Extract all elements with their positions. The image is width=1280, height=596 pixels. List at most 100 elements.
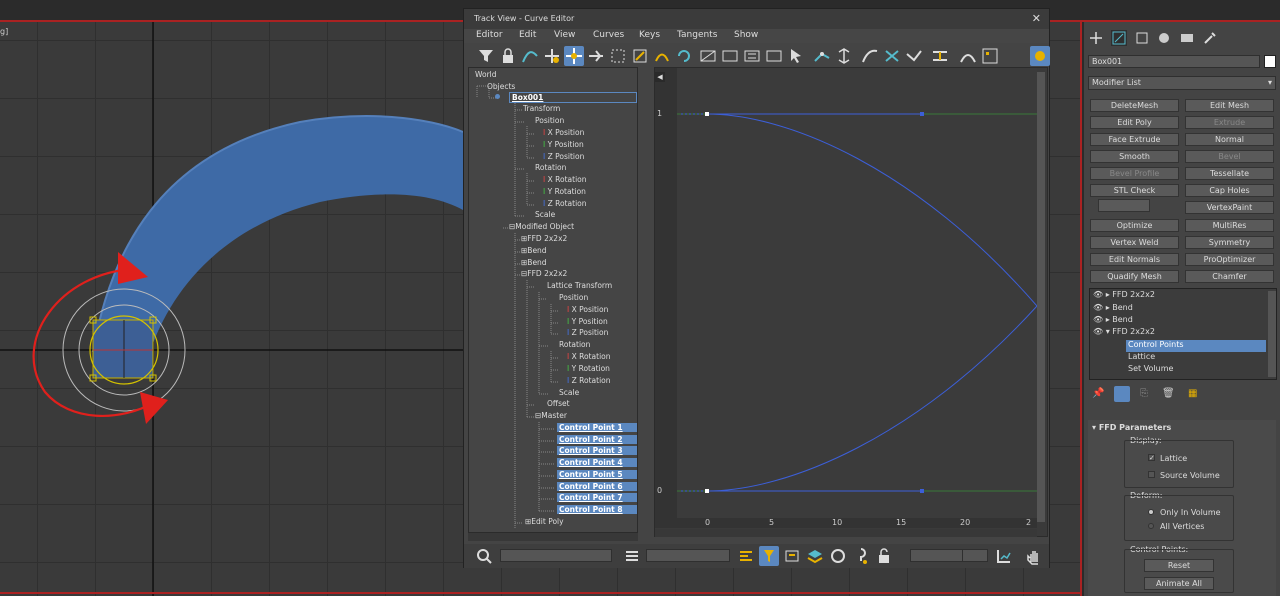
configure-sets-icon[interactable]: ▦ (1188, 388, 1197, 399)
hierarchy-tab-icon[interactable] (1134, 30, 1150, 46)
source-volume-checkbox[interactable] (1148, 471, 1155, 478)
snap-frames-icon[interactable] (980, 46, 1000, 66)
tree-world[interactable]: World (475, 70, 497, 79)
stack-subitem-set-volume[interactable]: Set Volume (1126, 364, 1266, 376)
tree-z-rotation[interactable]: I Z Rotation (543, 199, 587, 208)
tree-position[interactable]: Position (535, 116, 564, 125)
modifier-button-12[interactable]: Cap Holes (1185, 184, 1274, 197)
cursor-icon[interactable] (786, 46, 806, 66)
simplify-curve-icon[interactable] (652, 46, 672, 66)
modifier-button-4[interactable]: Extrude (1185, 116, 1274, 129)
modifier-button-19[interactable]: Edit Normals (1090, 253, 1179, 266)
modifier-stack[interactable]: 👁 ▸ FFD 2x2x2 👁 ▸ Bend 👁 ▸ Bend 👁 ▾ FFD … (1089, 288, 1277, 380)
create-tab-icon[interactable] (1088, 30, 1104, 46)
stack-item-bend-2[interactable]: 👁 ▸ Bend (1090, 315, 1266, 327)
select-icon[interactable] (764, 46, 784, 66)
tangent-custom-icon[interactable] (834, 46, 854, 66)
tree-z-position[interactable]: I Z Position (543, 152, 584, 161)
tree-control-point-6[interactable]: Control Point 6 (557, 482, 637, 491)
eye-icon[interactable]: 👁 (1093, 303, 1103, 312)
pan-hand-icon[interactable] (1024, 546, 1044, 566)
tree-lt-y-rotation[interactable]: I Y Rotation (567, 364, 610, 373)
lattice-checkbox[interactable]: ✓ (1148, 454, 1155, 462)
tree-y-rotation[interactable]: I Y Rotation (543, 187, 586, 196)
close-icon[interactable]: ✕ (1032, 12, 1041, 25)
list-icon[interactable] (622, 546, 642, 566)
modifier-button-9[interactable]: Bevel Profile (1090, 167, 1179, 180)
scale-keys-icon[interactable] (608, 46, 628, 66)
menu-keys[interactable]: Keys (639, 30, 660, 40)
tree-lt-x-rotation[interactable]: I X Rotation (567, 352, 611, 361)
show-end-result-icon[interactable] (1114, 386, 1130, 402)
menu-show[interactable]: Show (734, 30, 758, 40)
stack-subitem-lattice[interactable]: Lattice (1126, 352, 1266, 364)
modifier-button-10[interactable]: Tessellate (1185, 167, 1274, 180)
motion-tab-icon[interactable] (1156, 30, 1172, 46)
slide-keys-icon[interactable] (586, 46, 606, 66)
modifier-button-3[interactable]: Edit Poly (1090, 116, 1179, 129)
tree-x-position[interactable]: I X Position (543, 128, 584, 137)
tree-lt-z-position[interactable]: I Z Position (567, 328, 608, 337)
only-in-volume-radio[interactable] (1148, 509, 1154, 515)
tree-scale[interactable]: Scale (535, 210, 555, 219)
scale-values-icon[interactable] (630, 46, 650, 66)
expand-icon[interactable]: ▸ (1106, 315, 1110, 324)
tree-control-point-4[interactable]: Control Point 4 (557, 458, 637, 467)
modifier-button-15[interactable]: Optimize (1090, 219, 1179, 232)
tree-box001[interactable]: Box001 (509, 92, 637, 103)
tree-rotation[interactable]: Rotation (535, 163, 566, 172)
graph-horizontal-scrollbar[interactable] (655, 529, 1037, 537)
tangent-slow-icon[interactable] (882, 46, 902, 66)
stack-subitem-control-points[interactable]: Control Points (1126, 340, 1266, 352)
modifier-button-16[interactable]: MultiRes (1185, 219, 1274, 232)
tangent-auto-icon[interactable] (812, 46, 832, 66)
rollout-title[interactable]: ▾ FFD Parameters (1092, 423, 1171, 432)
tree-lattice-transform[interactable]: Lattice Transform (547, 281, 612, 290)
stack-item-bend-1[interactable]: 👁 ▸ Bend (1090, 303, 1266, 315)
collapse-arrow-icon[interactable]: ▾ (1092, 423, 1096, 432)
zoom-extents-icon[interactable] (994, 546, 1014, 566)
loop-icon[interactable] (674, 46, 694, 66)
tree-modified-object[interactable]: ⊟Modified Object (509, 222, 574, 231)
menu-curves[interactable]: Curves (593, 30, 624, 40)
layers-icon[interactable] (805, 546, 825, 566)
eye-icon[interactable]: 👁 (1093, 315, 1103, 324)
modifier-button-21[interactable]: Quadify Mesh (1090, 270, 1179, 283)
eye-icon[interactable]: 👁 (1093, 327, 1103, 336)
value-field[interactable] (962, 549, 988, 562)
add-key-icon[interactable] (542, 46, 562, 66)
tree-transform[interactable]: Transform (523, 104, 560, 113)
remove-modifier-icon[interactable]: 🗑 (1162, 388, 1175, 399)
modify-tab-icon[interactable] (1111, 30, 1127, 46)
tree-horizontal-scrollbar[interactable] (468, 533, 638, 541)
time-ruler[interactable]: 0 5 10 15 20 2 (677, 518, 1037, 528)
curve-editor-titlebar[interactable]: Track View - Curve Editor ✕ (464, 9, 1049, 29)
modifier-button-20[interactable]: ProOptimizer (1185, 253, 1274, 266)
tree-control-point-3[interactable]: Control Point 3 (557, 446, 637, 455)
tree-x-rotation[interactable]: I X Rotation (543, 175, 587, 184)
modifier-button-2[interactable]: Edit Mesh (1185, 99, 1274, 112)
tangent-fast-icon[interactable] (860, 46, 880, 66)
make-unique-icon[interactable]: ⎘ (1140, 388, 1148, 399)
tree-control-point-7[interactable]: Control Point 7 (557, 493, 637, 502)
tree-bend-1[interactable]: ⊞Bend (521, 246, 547, 255)
tree-control-point-2[interactable]: Control Point 2 (557, 435, 637, 444)
curve-graph[interactable]: ◀ 1 0 0 5 10 15 20 2 (654, 67, 1048, 537)
region-key-icon[interactable] (698, 46, 718, 66)
reset-button[interactable]: Reset (1144, 559, 1214, 572)
tree-control-point-5[interactable]: Control Point 5 (557, 470, 637, 479)
filter-icon[interactable] (476, 46, 496, 66)
retime-icon[interactable] (720, 46, 740, 66)
tree-offset[interactable]: Offset (547, 399, 570, 408)
menu-tangents[interactable]: Tangents (677, 30, 717, 40)
options-icon[interactable] (1030, 46, 1050, 66)
expand-icon[interactable]: ▸ (1106, 303, 1110, 312)
tree-ffd-1[interactable]: ⊞FFD 2x2x2 (521, 234, 567, 243)
menu-editor[interactable]: Editor (476, 30, 503, 40)
pin-stack-icon[interactable]: 📌 (1092, 388, 1104, 399)
tree-lt-position[interactable]: Position (559, 293, 588, 302)
frame-selected-icon[interactable] (782, 546, 802, 566)
collapse-left-icon[interactable]: ◀ (655, 72, 665, 82)
isolate-icon[interactable] (828, 546, 848, 566)
tree-lt-rotation[interactable]: Rotation (559, 340, 590, 349)
